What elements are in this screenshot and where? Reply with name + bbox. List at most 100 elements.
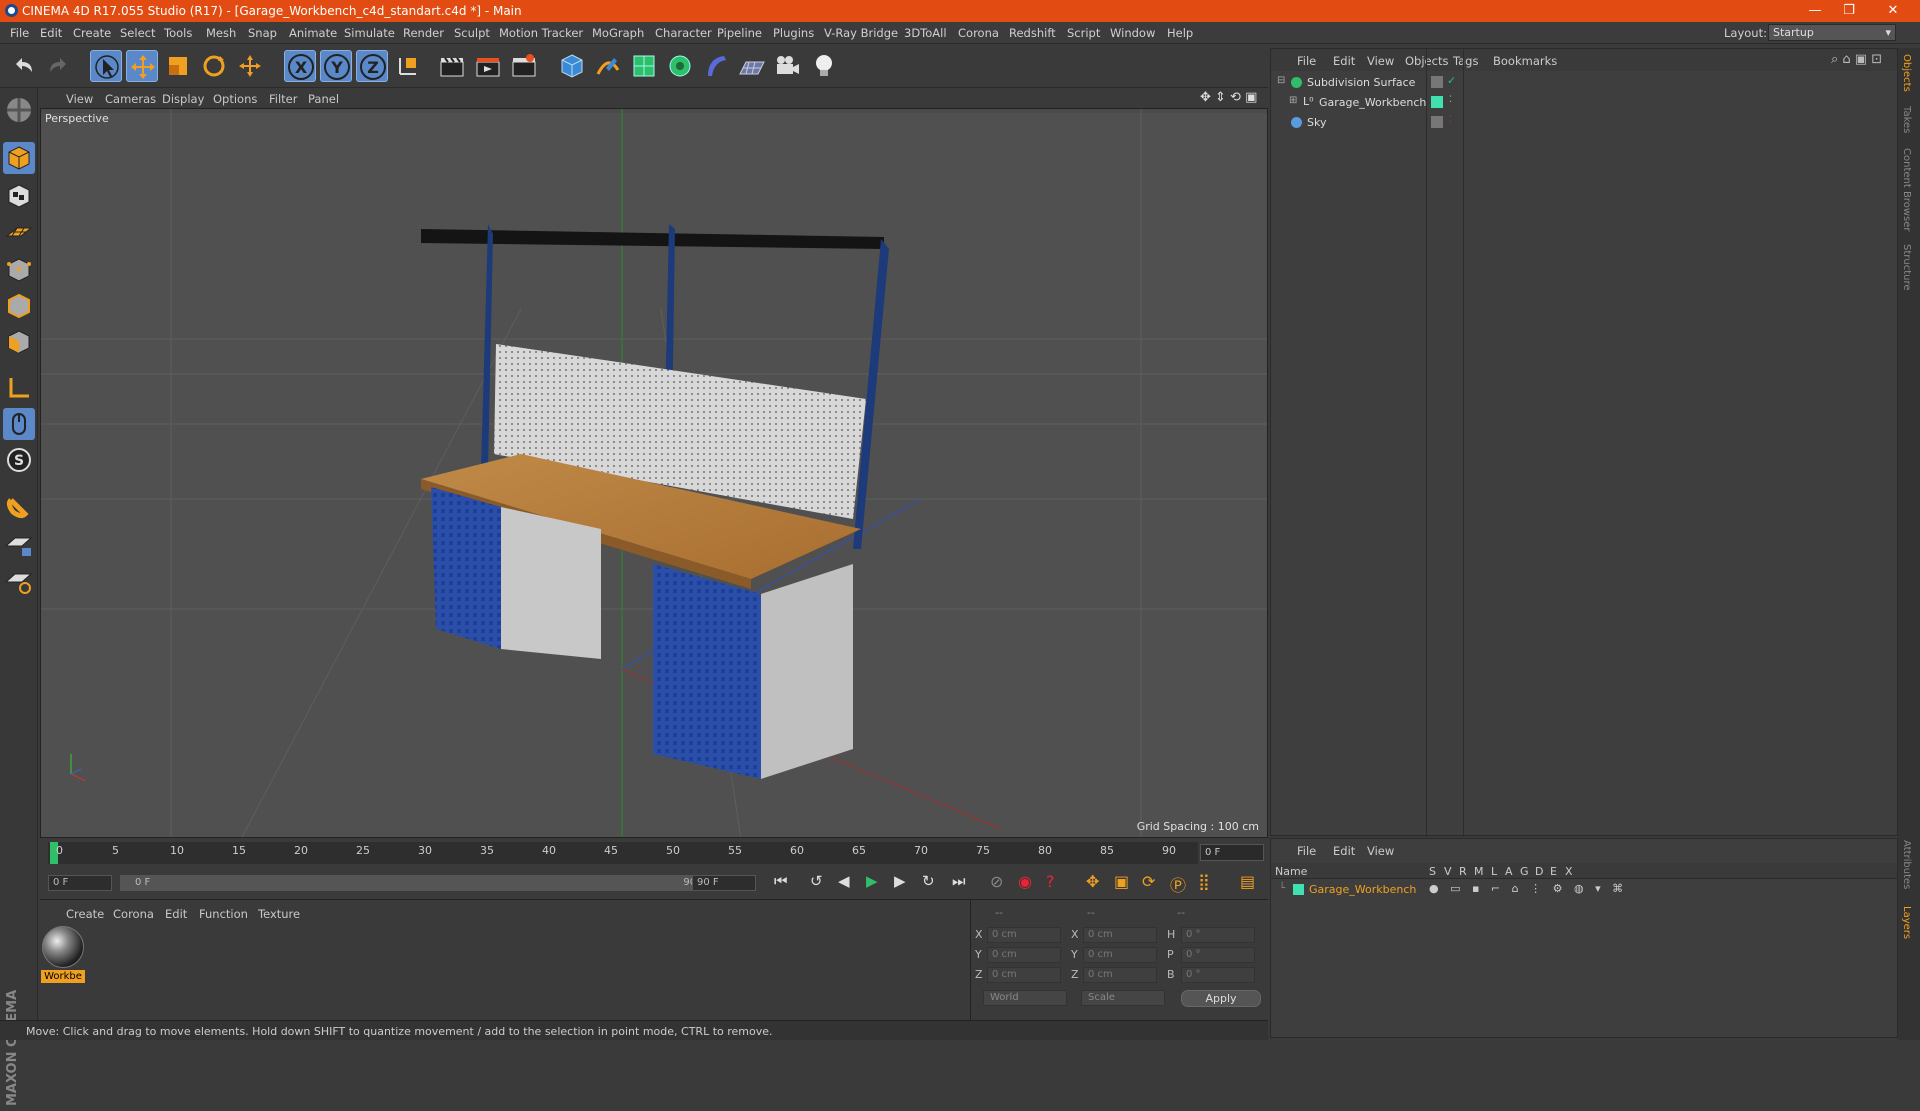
cube-primitive-button[interactable] bbox=[556, 50, 588, 82]
object-manager-nav-icons[interactable]: ⌕ ⌂ ▣ ⊡ bbox=[1831, 52, 1882, 67]
obj-menu-edit[interactable]: Edit bbox=[1333, 54, 1355, 68]
layer-tag-icon[interactable] bbox=[1431, 116, 1443, 128]
axis-mode-button[interactable] bbox=[3, 372, 35, 404]
light-button[interactable] bbox=[808, 50, 840, 82]
record-keys-button[interactable]: ◉ bbox=[1018, 872, 1042, 894]
world-dropdown[interactable]: World bbox=[983, 990, 1067, 1006]
tab-structure[interactable]: Structure bbox=[1901, 244, 1912, 291]
menu-file[interactable]: File bbox=[10, 26, 29, 40]
layer-menu-file[interactable]: File bbox=[1297, 844, 1316, 858]
menu-create[interactable]: Create bbox=[73, 26, 111, 40]
menu-pipeline[interactable]: Pipeline bbox=[717, 26, 762, 40]
layer-menu-view[interactable]: View bbox=[1367, 844, 1394, 858]
undo-button[interactable] bbox=[8, 50, 40, 82]
pen-spline-button[interactable] bbox=[592, 50, 624, 82]
step-forward-button[interactable]: ▶ bbox=[894, 872, 918, 894]
render-picture-viewer-button[interactable] bbox=[472, 50, 504, 82]
layer-row[interactable]: └ Garage_Workbench ● ▭ ▪ ⌐ ⌂ ⋮ ⚙ ◍ ▾ ⌘ bbox=[1271, 881, 1897, 899]
z-axis-lock-button[interactable]: Z bbox=[356, 50, 388, 82]
obj-menu-view[interactable]: View bbox=[1367, 54, 1394, 68]
end-frame-field[interactable]: 90 F bbox=[692, 875, 756, 891]
coordinate-system-button[interactable] bbox=[392, 50, 424, 82]
visibility-dots-icon[interactable]: ⁚ bbox=[1449, 115, 1452, 125]
size-x-field[interactable]: 0 cm bbox=[1083, 927, 1157, 943]
planar-workplane-button[interactable] bbox=[3, 564, 35, 596]
menu-render[interactable]: Render bbox=[403, 26, 444, 40]
live-selection-button[interactable] bbox=[90, 50, 122, 82]
minimize-button[interactable]: — bbox=[1800, 2, 1830, 20]
mat-menu-texture[interactable]: Texture bbox=[258, 907, 300, 921]
apply-button[interactable]: Apply bbox=[1181, 990, 1261, 1007]
rotation-h-field[interactable]: 0 ° bbox=[1181, 927, 1255, 943]
polygons-mode-button[interactable] bbox=[3, 326, 35, 358]
menu-character[interactable]: Character bbox=[655, 26, 712, 40]
object-row-garage-workbench[interactable]: ⊞ L⁰ Garage_Workbench ⁚ bbox=[1271, 93, 1897, 113]
layer-tag-icon[interactable] bbox=[1431, 76, 1443, 88]
mat-menu-function[interactable]: Function bbox=[199, 907, 248, 921]
material-name[interactable]: Workbe bbox=[41, 970, 85, 983]
menu-motion-tracker[interactable]: Motion Tracker bbox=[499, 26, 583, 40]
layer-color-icon[interactable] bbox=[1431, 96, 1443, 108]
vp-menu-options[interactable]: Options bbox=[213, 92, 257, 106]
key-scale-button[interactable]: ▣ bbox=[1114, 872, 1138, 894]
model-mode-button[interactable] bbox=[3, 142, 35, 174]
solo-button[interactable]: S bbox=[3, 444, 35, 476]
position-y-field[interactable]: 0 cm bbox=[987, 947, 1061, 963]
scale-tool-button[interactable] bbox=[162, 50, 194, 82]
tab-objects[interactable]: Objects bbox=[1901, 54, 1912, 92]
texture-mode-button[interactable] bbox=[3, 180, 35, 212]
go-to-end-button[interactable]: ⏭ bbox=[952, 872, 976, 894]
enabled-check-icon[interactable]: ✓ bbox=[1447, 74, 1456, 87]
menu-sculpt[interactable]: Sculpt bbox=[454, 26, 490, 40]
timeline[interactable]: 0 5 10 15 20 25 30 35 40 45 50 55 60 65 … bbox=[40, 838, 1268, 866]
frame-range-slider[interactable]: 0 F 90 F bbox=[120, 875, 720, 891]
size-y-field[interactable]: 0 cm bbox=[1083, 947, 1157, 963]
layout-select[interactable]: Startup ▾ bbox=[1768, 24, 1896, 41]
menu-mesh[interactable]: Mesh bbox=[206, 26, 236, 40]
menu-edit[interactable]: Edit bbox=[40, 26, 62, 40]
obj-menu-bookmarks[interactable]: Bookmarks bbox=[1493, 54, 1557, 68]
redo-button[interactable] bbox=[42, 50, 74, 82]
mat-menu-edit[interactable]: Edit bbox=[165, 907, 187, 921]
layer-name[interactable]: Garage_Workbench bbox=[1309, 883, 1416, 896]
autokey-button[interactable]: ? bbox=[1046, 872, 1070, 894]
play-forward-button[interactable]: ▶ bbox=[866, 872, 890, 894]
obj-menu-file[interactable]: File bbox=[1297, 54, 1316, 68]
timeline-window-button[interactable]: ▤ bbox=[1240, 872, 1264, 894]
x-axis-lock-button[interactable]: X bbox=[284, 50, 316, 82]
layer-toggle-icons[interactable]: ● ▭ ▪ ⌐ ⌂ ⋮ ⚙ ◍ ▾ ⌘ bbox=[1429, 882, 1627, 895]
locked-workplane-button[interactable] bbox=[3, 528, 35, 560]
obj-menu-tags[interactable]: Tags bbox=[1453, 54, 1478, 68]
menu-plugins[interactable]: Plugins bbox=[773, 26, 814, 40]
snap-button[interactable] bbox=[3, 490, 35, 522]
timeline-ruler[interactable]: 0 5 10 15 20 25 30 35 40 45 50 55 60 65 … bbox=[48, 842, 1198, 864]
close-button[interactable]: ✕ bbox=[1878, 2, 1908, 20]
menu-select[interactable]: Select bbox=[120, 26, 155, 40]
tab-takes[interactable]: Takes bbox=[1901, 106, 1912, 133]
position-z-field[interactable]: 0 cm bbox=[987, 967, 1061, 983]
menu-mograph[interactable]: MoGraph bbox=[592, 26, 644, 40]
rotate-tool-button[interactable] bbox=[198, 50, 230, 82]
vp-menu-display[interactable]: Display bbox=[162, 92, 204, 106]
collapse-icon[interactable]: ⊟ bbox=[1277, 75, 1285, 86]
current-frame-field[interactable]: 0 F bbox=[1200, 844, 1264, 861]
material-thumbnail[interactable] bbox=[42, 926, 84, 968]
menu-snap[interactable]: Snap bbox=[248, 26, 277, 40]
points-mode-button[interactable] bbox=[3, 254, 35, 286]
go-to-start-button[interactable]: ⏮ bbox=[774, 872, 798, 894]
key-pla-button[interactable]: ⣿ bbox=[1198, 872, 1222, 894]
render-settings-button[interactable] bbox=[508, 50, 540, 82]
menu-3dtoall[interactable]: 3DToAll bbox=[904, 26, 947, 40]
go-to-next-key-button[interactable]: ↻ bbox=[922, 872, 946, 894]
layer-menu-edit[interactable]: Edit bbox=[1333, 844, 1355, 858]
vp-menu-filter[interactable]: Filter bbox=[269, 92, 297, 106]
object-row-subdivision-surface[interactable]: ⊟ Subdivision Surface ✓ bbox=[1271, 73, 1897, 93]
rotation-p-field[interactable]: 0 ° bbox=[1181, 947, 1255, 963]
viewport-nav-icons[interactable]: ✥ ⇕ ⟲ ▣ bbox=[1200, 90, 1257, 105]
menu-help[interactable]: Help bbox=[1167, 26, 1193, 40]
key-rotation-button[interactable]: ⟳ bbox=[1142, 872, 1166, 894]
menu-window[interactable]: Window bbox=[1110, 26, 1155, 40]
cloner-button[interactable] bbox=[664, 50, 696, 82]
menu-animate[interactable]: Animate bbox=[289, 26, 337, 40]
transform-tool-button[interactable] bbox=[234, 50, 266, 82]
